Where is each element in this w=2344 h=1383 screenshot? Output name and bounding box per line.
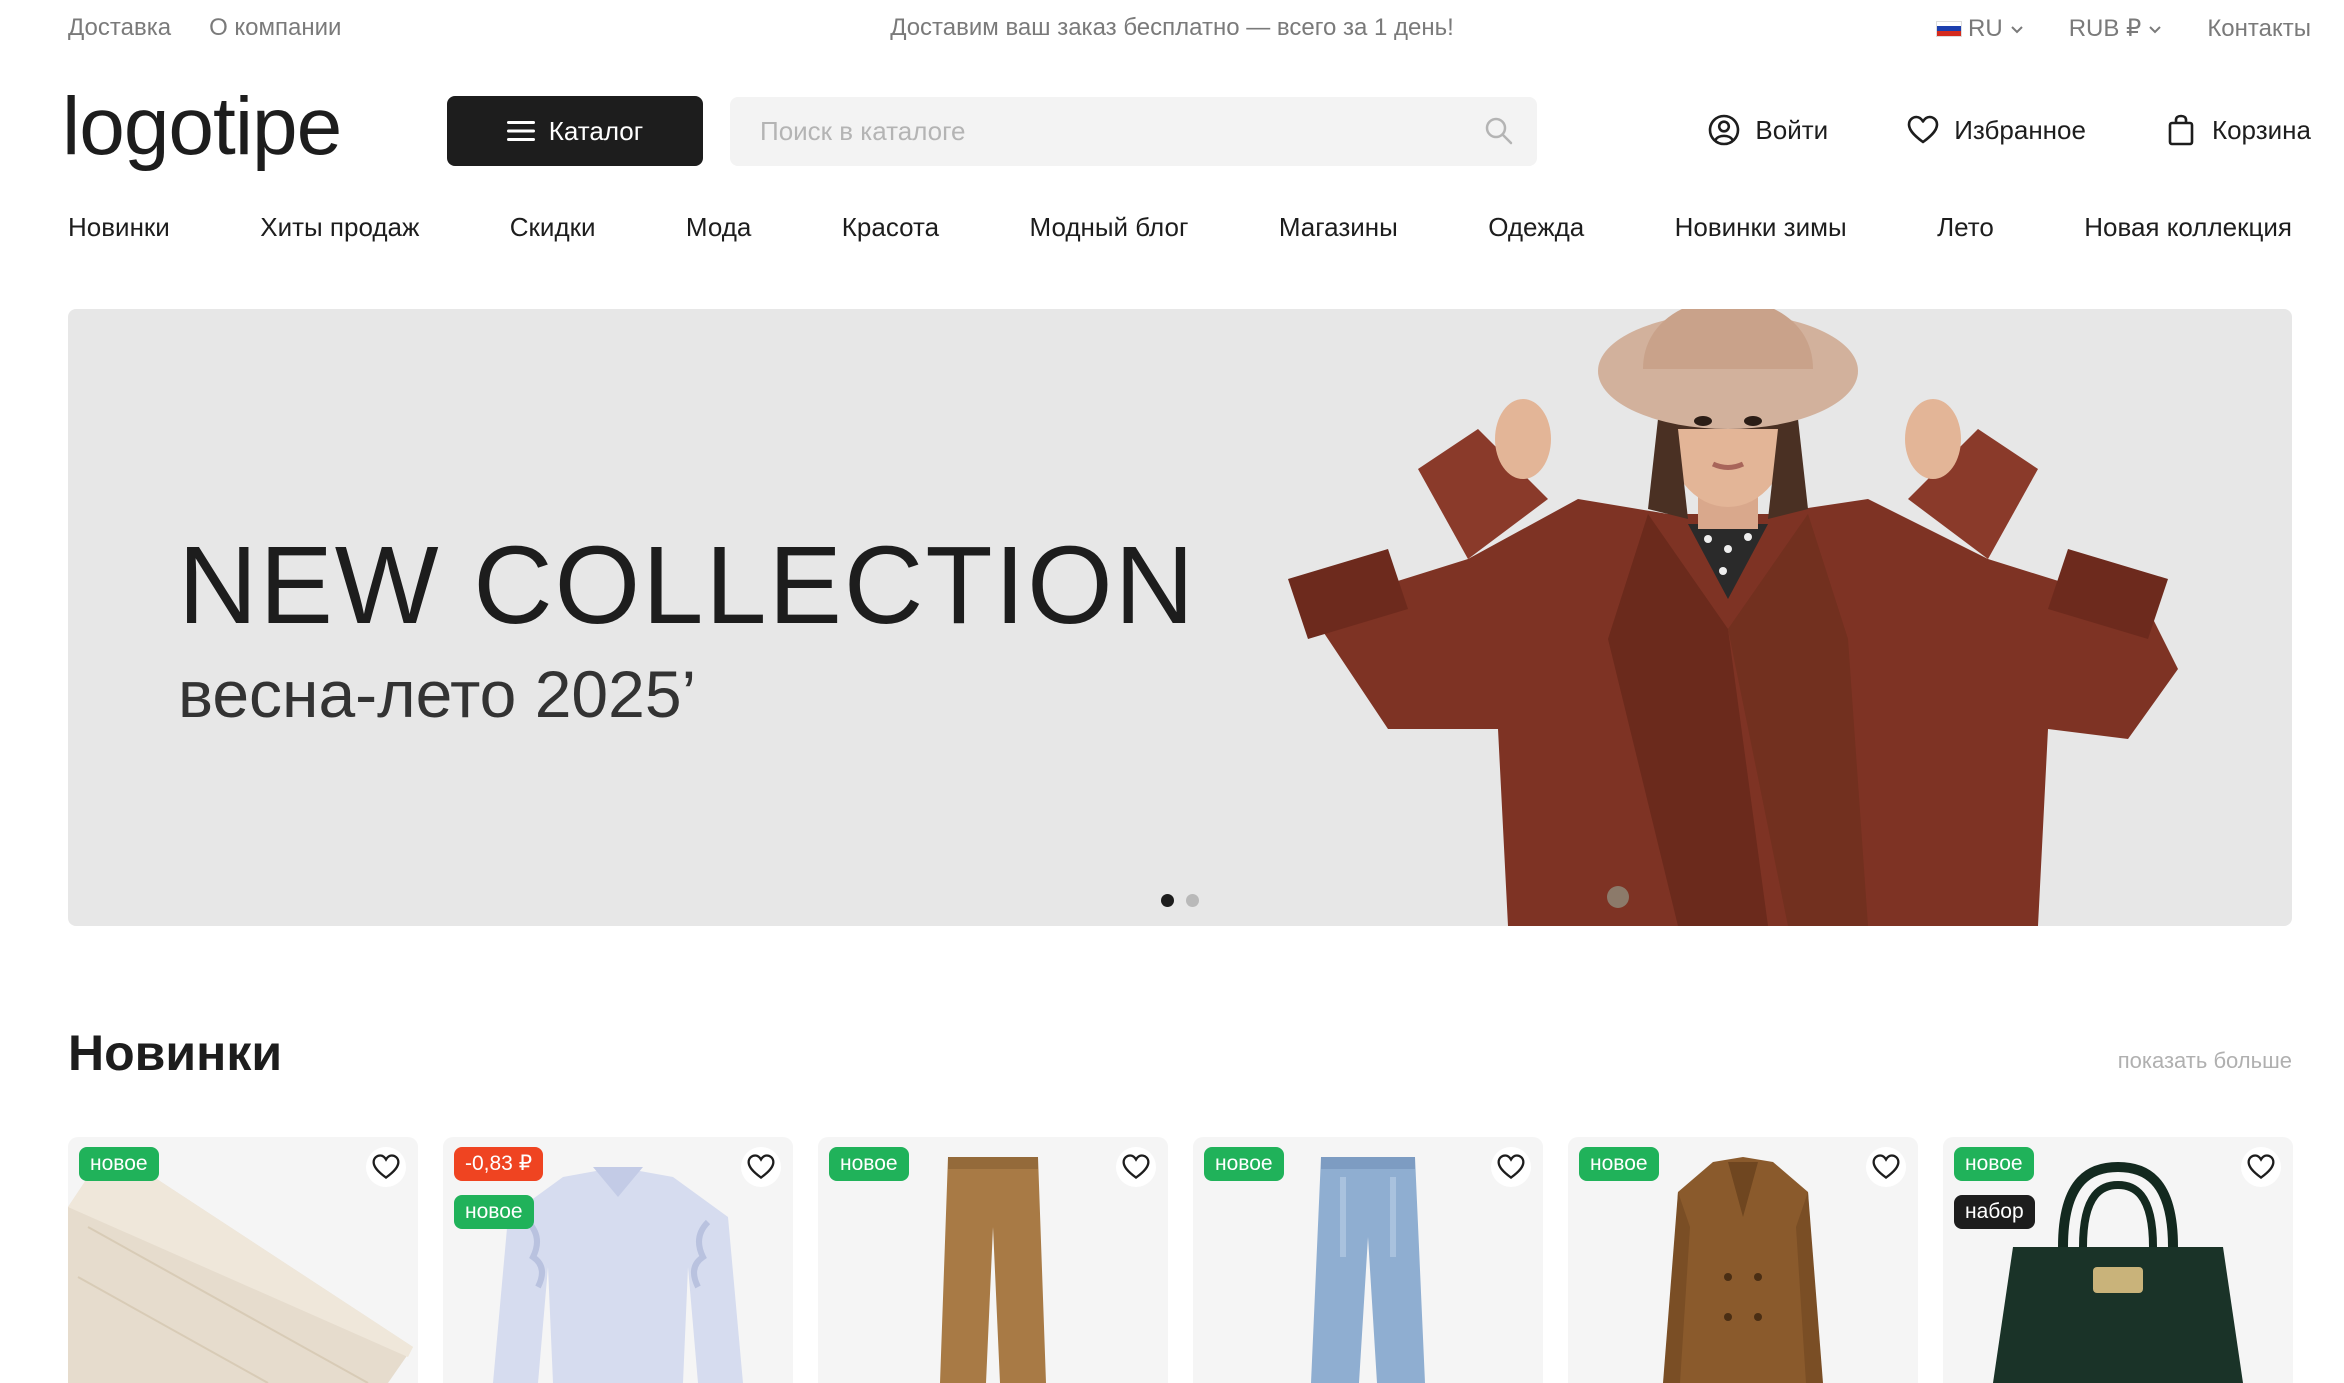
hero-banner[interactable]: NEW COLLECTION весна-лето 2025’ [68, 309, 2292, 926]
badge-group: новое [1579, 1147, 1659, 1181]
currency-select[interactable]: RUB ₽ [2069, 14, 2164, 43]
delivery-link[interactable]: Доставка [68, 14, 171, 42]
product-list: новое -0,83 ₽ новое новое новое новое но… [68, 1137, 2293, 1383]
product-card[interactable]: новое [818, 1137, 1168, 1383]
nav-item-beauty[interactable]: Красота [842, 212, 939, 243]
nav-item-discounts[interactable]: Скидки [510, 212, 596, 243]
heart-icon [1122, 1154, 1150, 1180]
heart-icon [372, 1154, 400, 1180]
shopping-bag-icon [2168, 114, 2194, 146]
favorite-toggle[interactable] [741, 1147, 781, 1187]
user-icon [1709, 114, 1740, 146]
nav-item-winter-new[interactable]: Новинки зимы [1675, 212, 1847, 243]
nav-item-summer[interactable]: Лето [1937, 212, 1994, 243]
logo[interactable]: logotipe [62, 82, 342, 172]
catalog-label: Каталог [548, 115, 644, 146]
product-card[interactable]: новое [68, 1137, 418, 1383]
badge-group: новое набор [1954, 1147, 2035, 1229]
search-input[interactable] [730, 97, 1537, 166]
new-badge: новое [829, 1147, 909, 1181]
heart-icon [1497, 1154, 1525, 1180]
slider-dot-2[interactable] [1186, 894, 1199, 907]
new-badge: новое [1954, 1147, 2034, 1181]
chevron-down-icon [2011, 25, 2023, 33]
favorite-toggle[interactable] [366, 1147, 406, 1187]
new-badge: новое [454, 1195, 534, 1229]
top-right: RU RUB ₽ Контакты [1936, 14, 2311, 43]
russia-flag-icon [1936, 20, 1963, 37]
nav-item-bestsellers[interactable]: Хиты продаж [260, 212, 419, 243]
product-card[interactable]: -0,83 ₽ новое [443, 1137, 793, 1383]
heart-icon [1907, 115, 1939, 144]
language-select[interactable]: RU [1936, 15, 2025, 43]
favorite-toggle[interactable] [2241, 1147, 2281, 1187]
nav-item-stores[interactable]: Магазины [1279, 212, 1398, 243]
search-box [730, 97, 1537, 166]
favorite-toggle[interactable] [1866, 1147, 1906, 1187]
product-card[interactable]: новое набор [1943, 1137, 2293, 1383]
nav-item-new-collection[interactable]: Новая коллекция [2084, 212, 2292, 243]
badge-group: новое [1204, 1147, 1284, 1181]
catalog-button[interactable]: Каталог [447, 96, 703, 166]
heart-icon [2247, 1154, 2275, 1180]
contacts-link[interactable]: Контакты [2207, 15, 2311, 43]
favorite-toggle[interactable] [1491, 1147, 1531, 1187]
discount-badge: -0,83 ₽ [454, 1147, 544, 1181]
favorites-button[interactable]: Избранное [1906, 113, 2086, 147]
section-title: Новинки [68, 1025, 283, 1081]
nav-item-fashion[interactable]: Мода [686, 212, 751, 243]
hero-title: NEW COLLECTION [178, 524, 1197, 647]
badge-group: новое [829, 1147, 909, 1181]
slider-dots [1161, 894, 1199, 907]
hero-model-image [1288, 309, 2178, 926]
currency-label: RUB ₽ [2068, 15, 2142, 42]
top-links: Доставка О компании [68, 14, 341, 42]
show-more-link[interactable]: показать больше [2118, 1048, 2292, 1074]
hero-subtitle: весна-лето 2025’ [178, 657, 697, 731]
search-icon[interactable] [1483, 115, 1515, 147]
product-card[interactable]: новое [1193, 1137, 1543, 1383]
favorite-toggle[interactable] [1116, 1147, 1156, 1187]
badge-group: -0,83 ₽ новое [454, 1147, 544, 1229]
set-badge: набор [1954, 1195, 2035, 1229]
badge-group: новое [79, 1147, 159, 1181]
slider-dot-1[interactable] [1161, 894, 1174, 907]
about-link[interactable]: О компании [209, 14, 341, 42]
nav-item-clothing[interactable]: Одежда [1488, 212, 1584, 243]
heart-icon [1872, 1154, 1900, 1180]
header-actions: Войти Избранное Корзина [1707, 113, 2311, 147]
favorites-label: Избранное [1954, 114, 2086, 145]
chevron-down-icon [2149, 25, 2162, 33]
product-card[interactable]: новое [1568, 1137, 1918, 1383]
new-badge: новое [79, 1147, 159, 1181]
new-badge: новое [1204, 1147, 1284, 1181]
login-label: Войти [1755, 114, 1829, 145]
cart-button[interactable]: Корзина [2164, 113, 2311, 147]
nav-item-new[interactable]: Новинки [68, 212, 170, 243]
top-bar: Доставка О компании Доставим ваш заказ б… [0, 0, 2344, 56]
cart-label: Корзина [2211, 114, 2311, 145]
main-nav: Новинки Хиты продаж Скидки Мода Красота … [68, 212, 2292, 243]
new-badge: новое [1579, 1147, 1659, 1181]
nav-item-blog[interactable]: Модный блог [1030, 212, 1189, 243]
login-button[interactable]: Войти [1707, 113, 1828, 147]
language-label: RU [1968, 14, 2003, 42]
menu-icon [506, 121, 535, 141]
heart-icon [747, 1154, 775, 1180]
